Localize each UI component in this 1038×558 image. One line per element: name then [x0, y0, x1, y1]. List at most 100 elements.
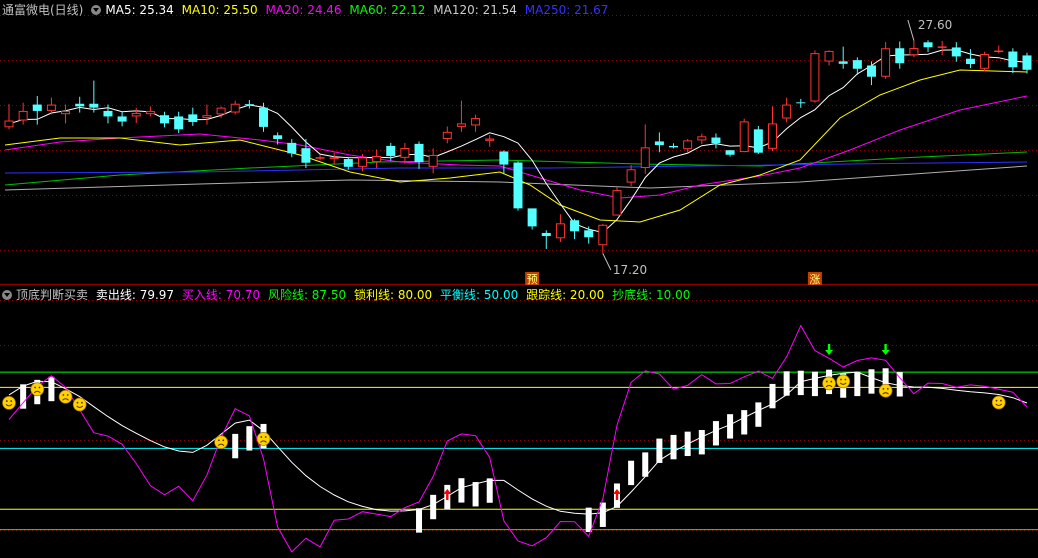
signal-bar — [430, 494, 437, 520]
signal-bar — [698, 430, 705, 455]
signal-bar — [599, 502, 606, 527]
buy-line-label: 买入线: 70.70 — [181, 288, 261, 302]
signal-bar — [854, 371, 861, 397]
high-price-label: 27.60 — [918, 18, 952, 32]
candle-body-up — [626, 169, 636, 183]
bottom-line-label: 抄底线: 10.00 — [612, 288, 691, 302]
candle-body-down — [584, 230, 594, 238]
candle-body-down — [160, 115, 170, 124]
face-eye — [222, 439, 225, 442]
track-line-label: 跟踪线: 20.00 — [526, 288, 605, 302]
signal-bar — [458, 478, 465, 503]
candle-body-down — [103, 110, 113, 117]
candle-body-up — [697, 136, 707, 141]
candle-body-up — [485, 138, 495, 141]
candle-body-up — [315, 157, 325, 159]
candle-body-up — [881, 48, 891, 77]
face-eye — [844, 378, 847, 381]
signal-bar — [797, 370, 804, 396]
candle-body-up — [4, 120, 14, 128]
ma5-label: MA5: 25.34 — [105, 3, 174, 17]
balance-line-label: 平衡线: 50.00 — [440, 288, 519, 302]
signal-bar — [670, 434, 677, 460]
high-label-pointer — [907, 19, 915, 41]
candle-body-down — [669, 145, 679, 148]
signal-bar — [628, 460, 635, 486]
candle-body-down — [852, 60, 862, 69]
frown-face-icon — [822, 376, 836, 391]
candle-body-down — [951, 47, 961, 57]
face-eye — [217, 439, 220, 442]
lock-line-label: 锁利线: 80.00 — [353, 288, 433, 302]
signal-bar — [811, 371, 818, 397]
smile-face-icon — [991, 395, 1006, 410]
candle-body-down — [513, 162, 523, 209]
candle-body-up — [202, 115, 212, 119]
signal-bar — [232, 433, 239, 459]
candle-body-down — [174, 116, 184, 130]
ma120-label: MA120: 21.54 — [433, 3, 517, 17]
frown-face-icon — [30, 382, 45, 397]
candle-body-up — [810, 53, 820, 102]
signal-bar — [741, 410, 748, 435]
low-label-pointer — [602, 253, 612, 271]
indicator-header: 顶底判断买卖 卖出线: 79.97 买入线: 70.70 风险线: 87.50 … — [2, 286, 694, 304]
face-eye — [76, 401, 79, 404]
frown-face-icon — [214, 435, 228, 449]
candle-body-up — [61, 110, 71, 115]
candle-body-up — [442, 131, 452, 139]
candle-body-down — [570, 220, 580, 232]
candle-body-down — [895, 48, 905, 64]
candle-body-up — [145, 110, 155, 115]
face-eye — [62, 394, 65, 396]
smile-face-icon — [72, 397, 87, 412]
face-eye — [886, 387, 889, 390]
candle-body-up — [329, 157, 339, 159]
face-eye — [840, 378, 842, 381]
face-eye — [882, 387, 885, 390]
low-price-label: 17.20 — [613, 263, 647, 277]
candle-body-up — [640, 147, 650, 169]
ma60-label: MA60: 22.12 — [349, 3, 426, 17]
sell-arrow-icon — [825, 344, 834, 355]
candle-body-down — [1022, 55, 1032, 70]
candle-body-down — [259, 107, 268, 127]
candle-body-up — [739, 121, 749, 153]
candle-body-down — [499, 151, 509, 165]
candle-body-down — [343, 159, 353, 167]
candle-body-down — [301, 148, 311, 163]
candle-body-up — [400, 147, 410, 158]
candle-body-up — [456, 123, 466, 127]
signal-bar — [868, 369, 875, 394]
candle-body-down — [75, 103, 85, 107]
smile-face-icon — [2, 396, 16, 410]
candle-body-down — [527, 208, 537, 227]
frown-face-icon — [256, 431, 271, 446]
candle-body-down — [866, 65, 876, 77]
candle-body-up — [230, 103, 240, 113]
ma20-label: MA20: 24.46 — [265, 3, 342, 17]
risk-line-label: 风险线: 87.50 — [267, 288, 347, 302]
candle-body-up — [471, 118, 481, 126]
dropdown-icon[interactable] — [91, 5, 102, 15]
frown-face-icon — [878, 383, 893, 398]
face-eye — [260, 436, 263, 438]
face-eye — [1000, 399, 1002, 402]
candle-body-down — [287, 142, 297, 154]
candle-body-up — [782, 104, 792, 119]
sell-line-label: 卖出线: 79.97 — [95, 288, 175, 302]
ma10-label: MA10: 25.50 — [181, 3, 258, 17]
dropdown-icon[interactable] — [2, 290, 12, 300]
indicator-name: 顶底判断买卖 — [16, 288, 89, 302]
face-eye — [825, 380, 828, 383]
stock-title: 通富微电(日线) — [2, 3, 84, 17]
candle-body-up — [555, 223, 565, 239]
candle-body-up — [994, 50, 1004, 53]
face-eye — [38, 386, 41, 389]
candle-body-up — [46, 104, 56, 111]
candle-body-down — [188, 114, 198, 122]
candle-body-down — [89, 103, 99, 108]
ma250-label: MA250: 21.67 — [524, 3, 609, 17]
face-eye — [995, 399, 998, 402]
face-eye — [5, 400, 8, 402]
